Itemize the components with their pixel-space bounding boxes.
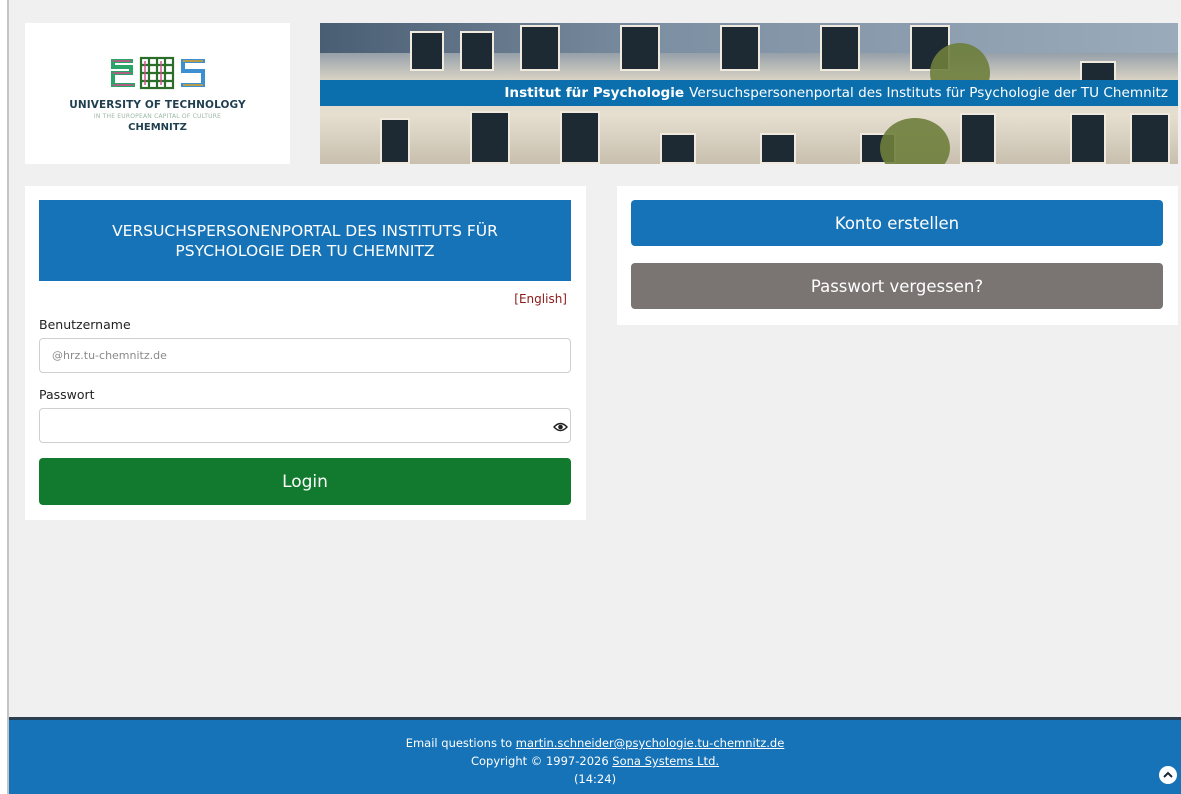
banner-window [410, 31, 444, 71]
header-banner: Institut für Psychologie Versuchspersone… [320, 23, 1178, 164]
left-border [0, 0, 9, 794]
banner-window [660, 133, 696, 164]
banner-window [820, 25, 860, 71]
banner-title-bold: Institut für Psychologie [504, 85, 685, 101]
university-logo-mark-icon [110, 56, 205, 89]
password-input[interactable] [39, 408, 571, 443]
create-account-button[interactable]: Konto erstellen [631, 200, 1163, 246]
banner-window [1070, 113, 1106, 164]
banner-title: Institut für Psychologie Versuchspersone… [320, 80, 1178, 106]
logo-line-city: CHEMNITZ [128, 121, 187, 133]
login-button[interactable]: Login [39, 458, 571, 505]
banner-window [380, 118, 410, 164]
scroll-top-button[interactable] [1159, 766, 1177, 784]
logo-line-capital: IN THE EUROPEAN CAPITAL OF CULTURE [93, 112, 222, 120]
forgot-password-button[interactable]: Passwort vergessen? [631, 263, 1163, 309]
footer: Email questions to martin.schneider@psyc… [9, 717, 1181, 794]
banner-title-rest: Versuchspersonenportal des Instituts für… [689, 85, 1168, 101]
banner-window [720, 25, 760, 71]
footer-time: (14:24) [573, 772, 617, 786]
banner-window [520, 25, 560, 71]
footer-copyright-line: Copyright © 1997-2026 Sona Systems Ltd. [9, 752, 1181, 770]
username-input[interactable] [39, 338, 571, 373]
password-label: Passwort [39, 387, 95, 402]
banner-window [760, 133, 796, 164]
account-actions-panel: Konto erstellen Passwort vergessen? [617, 186, 1178, 325]
footer-sona-link[interactable]: Sona Systems Ltd. [612, 754, 719, 768]
banner-window [960, 113, 996, 164]
banner-tree [880, 118, 950, 164]
footer-email-prefix: Email questions to [405, 736, 513, 750]
banner-window [620, 25, 660, 71]
language-english-link[interactable]: [English] [514, 292, 567, 306]
banner-window [560, 111, 600, 164]
username-label: Benutzername [39, 317, 131, 332]
footer-copyright-prefix: Copyright © 1997-2026 [470, 754, 609, 768]
login-header: VERSUCHSPERSONENPORTAL DES INSTITUTS FÜR… [39, 200, 571, 281]
university-logo[interactable]: UNIVERSITY OF TECHNOLOGY IN THE EUROPEAN… [25, 23, 290, 164]
footer-email-line: Email questions to martin.schneider@psyc… [9, 734, 1181, 752]
banner-window [470, 111, 510, 164]
footer-email-link[interactable]: martin.schneider@psychologie.tu-chemnitz… [516, 736, 785, 750]
banner-window [460, 31, 494, 71]
logo-line-university: UNIVERSITY OF TECHNOLOGY [69, 98, 246, 111]
eye-icon[interactable] [553, 421, 568, 433]
chevron-up-icon [1163, 771, 1173, 778]
banner-window [1130, 113, 1170, 164]
login-panel: VERSUCHSPERSONENPORTAL DES INSTITUTS FÜR… [25, 186, 586, 520]
